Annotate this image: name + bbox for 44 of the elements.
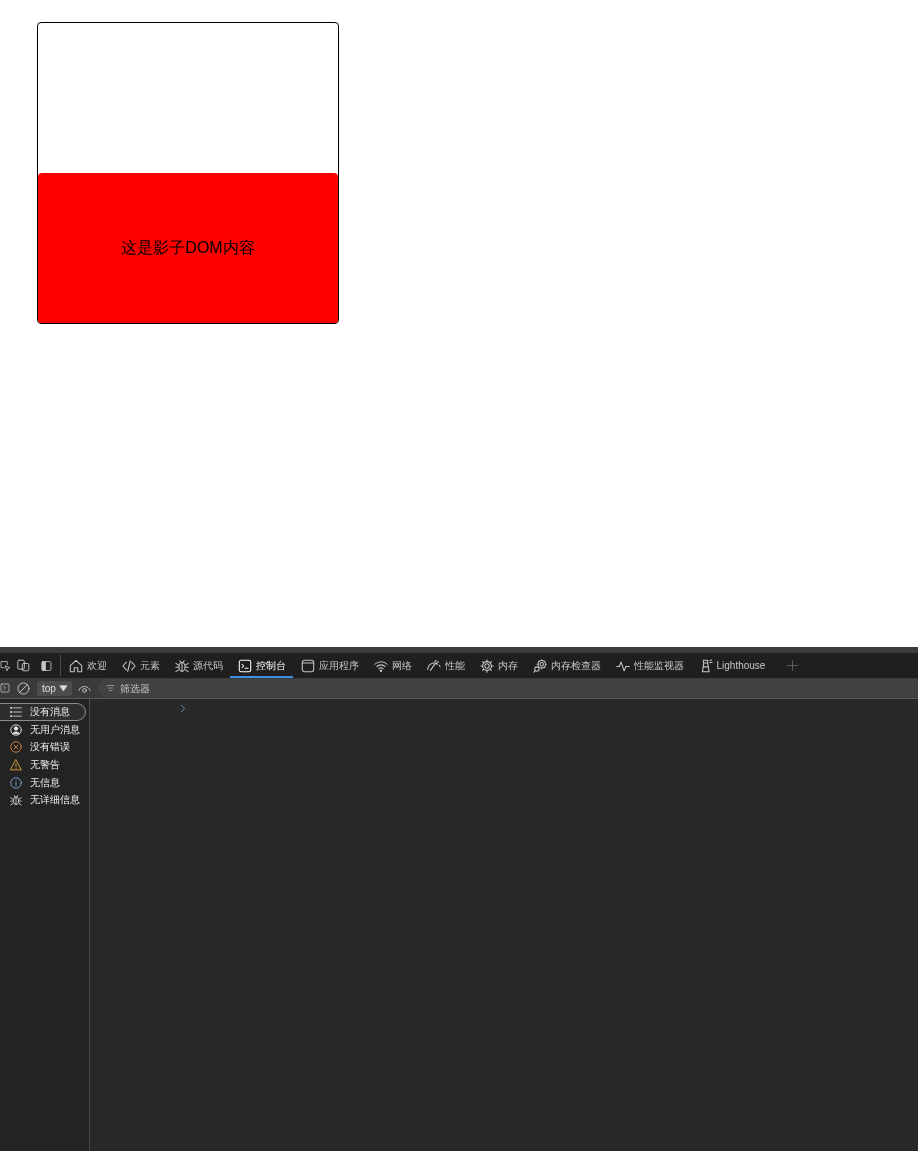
panel-tab[interactable]: 内存检查器 [525, 653, 608, 678]
context-selector[interactable]: top [37, 680, 72, 696]
message-filter-item[interactable]: 无详细信息 [0, 791, 86, 810]
panel-tab[interactable]: 性能 [419, 653, 472, 678]
message-filter-item[interactable]: 无警告 [0, 756, 86, 774]
panel-tab[interactable]: 性能监视器 [608, 653, 691, 678]
filter-field[interactable]: 筛选器 [97, 679, 918, 697]
bug-icon [174, 658, 189, 673]
panel-tab[interactable]: 内存 [472, 653, 525, 678]
code-icon [121, 658, 136, 673]
info-icon [10, 776, 22, 789]
gear-magnifier-icon [532, 658, 547, 673]
wifi-icon [373, 658, 388, 673]
panel-tab[interactable]: 应用程序 [293, 653, 366, 678]
warning-icon [10, 758, 22, 771]
eye-icon[interactable] [77, 683, 91, 693]
message-filter-item[interactable]: 无用户消息 [0, 720, 86, 739]
prompt-chevron-icon [180, 704, 186, 713]
house-icon [68, 658, 83, 673]
caret-icon [58, 684, 68, 692]
console-icon [237, 658, 252, 673]
panel-tab[interactable]: 欢迎 [61, 653, 114, 678]
dock-side-icon[interactable] [41, 659, 52, 672]
panel-tab[interactable]: Lighthouse [691, 653, 773, 678]
message-filter-item[interactable]: 没有错误 [0, 738, 86, 757]
user-circle-icon [10, 723, 22, 736]
filter-icon [105, 684, 115, 692]
inspect-icon[interactable] [0, 659, 11, 672]
sidebar-toggle-icon[interactable] [0, 683, 10, 693]
panel-tab[interactable]: 源代码 [167, 653, 230, 678]
gauge-icon [426, 658, 441, 673]
error-icon [10, 741, 22, 754]
message-filter-item[interactable]: 没有消息 [0, 703, 86, 721]
gear-icon [479, 658, 494, 673]
panel-tab[interactable]: 网络 [366, 653, 419, 678]
shadow-content-text: 这是影子DOM内容 [121, 238, 255, 258]
list-icon [10, 705, 22, 718]
clear-console-icon[interactable] [17, 681, 30, 695]
add-tab-icon[interactable] [786, 660, 798, 671]
window-icon [300, 658, 315, 673]
message-filter-item[interactable]: 无信息 [0, 773, 86, 792]
panel-tab[interactable]: 元素 [114, 653, 167, 678]
device-toggle-icon[interactable] [17, 659, 30, 672]
bug-icon [10, 794, 22, 807]
